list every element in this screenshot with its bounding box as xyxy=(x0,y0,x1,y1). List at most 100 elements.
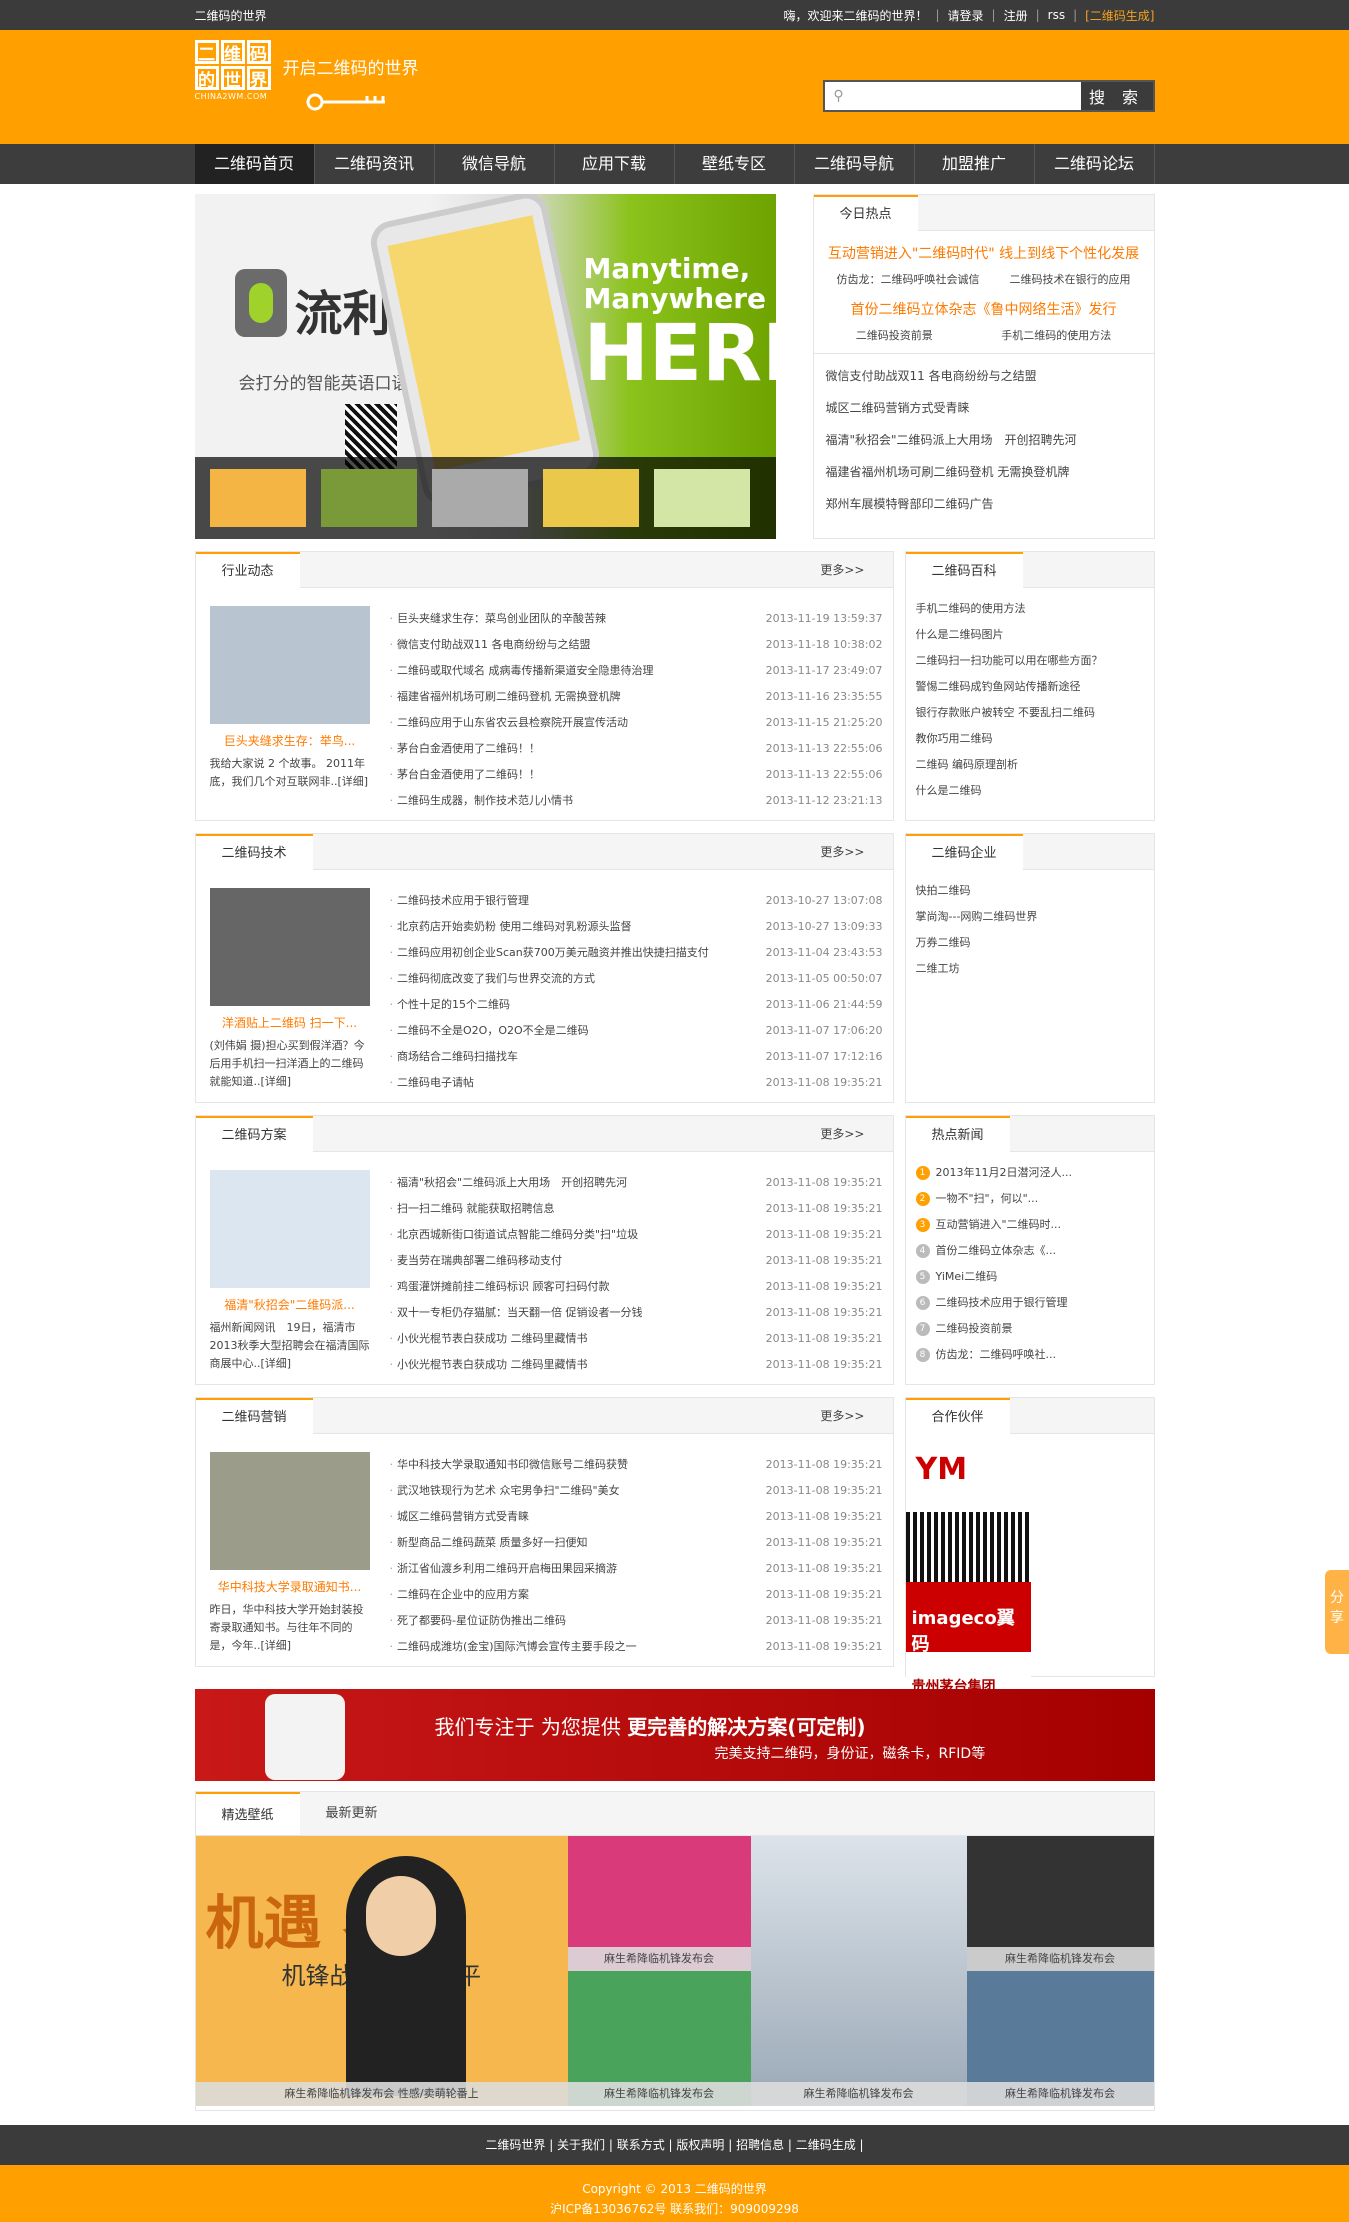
list-item[interactable]: 1 2013年11月2日潜河泾人... xyxy=(915,1160,1144,1186)
tab-featured[interactable]: 精选壁纸 xyxy=(195,1792,300,1835)
thumb-5[interactable] xyxy=(653,469,750,527)
more-link[interactable]: 更多>> xyxy=(820,843,892,860)
hot-headline[interactable]: 互动营销进入"二维码时代" 线上到线下个性化发展 xyxy=(814,243,1154,263)
nav-item-apps[interactable]: 应用下载 xyxy=(555,144,675,184)
list-item[interactable]: 二维码在企业中的应用方案2013-11-08 19:35:21 xyxy=(390,1582,883,1608)
list-item[interactable]: 二维码应用于山东省农云县检察院开展宣传活动2013-11-15 21:25:20 xyxy=(390,710,883,736)
generate-link[interactable]: [二维码生成] xyxy=(1085,7,1154,24)
section-image[interactable] xyxy=(209,1452,370,1570)
list-item[interactable]: 二维码 编码原理剖析 xyxy=(916,752,1144,778)
list-item[interactable]: 什么是二维码图片 xyxy=(916,622,1144,648)
list-item[interactable]: 浙江省仙渡乡利用二维码开启梅田果园采摘游2013-11-08 19:35:21 xyxy=(390,1556,883,1582)
wallpaper-main[interactable]: 机遇 界 机锋战略 暨游戏平 麻生希降临机锋发布会 性感/卖萌轮番上 xyxy=(195,1836,568,2106)
nav-item-wechat[interactable]: 微信导航 xyxy=(435,144,555,184)
login-link[interactable]: 请登录 xyxy=(948,7,984,24)
list-item[interactable]: 郑州车展模特臀部印二维码广告 xyxy=(826,488,1142,520)
list-item[interactable]: 鸡蛋灌饼摊前挂二维码标识 顾客可扫码付款2013-11-08 19:35:21 xyxy=(390,1274,883,1300)
list-item[interactable]: 二维码扫一扫功能可以用在哪些方面？ xyxy=(916,648,1144,674)
section-image[interactable] xyxy=(209,1170,370,1288)
list-item[interactable]: 7 二维码投资前景 xyxy=(915,1316,1144,1342)
more-link[interactable]: 更多>> xyxy=(820,561,892,578)
list-item[interactable]: 二维码电子请帖2013-11-08 19:35:21 xyxy=(390,1070,883,1096)
nav-item-news[interactable]: 二维码资讯 xyxy=(315,144,435,184)
list-item[interactable]: 巨头夹缝求生存：菜鸟创业团队的辛酸苦辣2013-11-19 13:59:37 xyxy=(390,606,883,632)
list-item[interactable]: 武汉地铁现行为艺术 众宅男争扫"二维码"美女2013-11-08 19:35:2… xyxy=(390,1478,883,1504)
list-item[interactable]: 福清"秋招会"二维码派上大用场 开创招聘先河2013-11-08 19:35:2… xyxy=(390,1170,883,1196)
list-item[interactable]: 二维码应用初创企业Scan获700万美元融资并推出快捷扫描支付2013-11-0… xyxy=(390,940,883,966)
more-link[interactable]: 更多>> xyxy=(820,1125,892,1142)
list-item[interactable]: 6 二维码技术应用于银行管理 xyxy=(915,1290,1144,1316)
image-caption[interactable]: 华中科技大学录取通知书... xyxy=(210,1578,370,1595)
list-item[interactable]: 什么是二维码 xyxy=(916,778,1144,804)
hot-headline[interactable]: 首份二维码立体杂志《鲁中网络生活》发行 xyxy=(814,299,1154,319)
nav-item-join[interactable]: 加盟推广 xyxy=(915,144,1035,184)
thumb-2[interactable] xyxy=(320,469,417,527)
list-item[interactable]: 茅台白金酒使用了二维码！！2013-11-13 22:55:06 xyxy=(390,762,883,788)
thumb-4[interactable] xyxy=(542,469,639,527)
search-input[interactable] xyxy=(852,82,1081,110)
nav-item-qrnav[interactable]: 二维码导航 xyxy=(795,144,915,184)
list-item[interactable]: 个性十足的15个二维码2013-11-06 21:44:59 xyxy=(390,992,883,1018)
list-item[interactable]: 二维工坊 xyxy=(916,956,1144,982)
wallpaper-thumb[interactable]: 麻生希降临机锋发布会 xyxy=(567,1836,751,1971)
rss-link[interactable]: rss xyxy=(1048,8,1065,22)
hero-banner[interactable]: 流利说 会打分的智能英语口语私教 Manytime, Manywhere HER… xyxy=(194,194,776,539)
list-item[interactable]: 二维码技术应用于银行管理2013-10-27 13:07:08 xyxy=(390,888,883,914)
list-item[interactable]: 银行存款账户被转空 不要乱扫二维码 xyxy=(916,700,1144,726)
thumb-1[interactable] xyxy=(209,469,306,527)
more-link[interactable]: 更多>> xyxy=(820,1407,892,1424)
hot-link[interactable]: 二维码投资前景 xyxy=(856,327,933,343)
partner-logo[interactable]: YM xyxy=(905,1442,1031,1512)
search-button[interactable]: 搜 索 xyxy=(1080,82,1153,110)
list-item[interactable]: 二维码彻底改变了我们与世界交流的方式2013-11-05 00:50:07 xyxy=(390,966,883,992)
site-logo[interactable]: 二 维 码 的 世 界 CHINA2WM.COM xyxy=(194,40,280,135)
list-item[interactable]: 商场结合二维码扫描找车2013-11-07 17:12:16 xyxy=(390,1044,883,1070)
list-item[interactable]: 警惕二维码成钓鱼网站传播新途径 xyxy=(916,674,1144,700)
wallpaper-thumb[interactable]: 麻生希降临机锋发布会 xyxy=(567,1971,751,2106)
thumb-3[interactable] xyxy=(431,469,528,527)
list-item[interactable]: 新型商品二维码蔬菜 质量多好一扫便知2013-11-08 19:35:21 xyxy=(390,1530,883,1556)
list-item[interactable]: 8 仿齿龙：二维码呼唤社... xyxy=(915,1342,1144,1368)
hot-link[interactable]: 二维码技术在银行的应用 xyxy=(1010,271,1131,287)
nav-item-wallpaper[interactable]: 壁纸专区 xyxy=(675,144,795,184)
list-item[interactable]: 万券二维码 xyxy=(916,930,1144,956)
tab-latest[interactable]: 最新更新 xyxy=(300,1792,404,1835)
section-image[interactable] xyxy=(209,888,370,1006)
list-item[interactable]: 教你巧用二维码 xyxy=(916,726,1144,752)
list-item[interactable]: 城区二维码营销方式受青睐2013-11-08 19:35:21 xyxy=(390,1504,883,1530)
list-item[interactable]: 福建省福州机场可刷二维码登机 无需换登机牌 xyxy=(826,456,1142,488)
list-item[interactable]: 双十一专柜仍存猫腻：当天翻一倍 促销设者一分钱2013-11-08 19:35:… xyxy=(390,1300,883,1326)
list-item[interactable]: 微信支付助战双11 各电商纷纷与之结盟 xyxy=(826,360,1142,392)
list-item[interactable]: 二维码成潍坊(金宝)国际汽博会宣传主要手段之一2013-11-08 19:35:… xyxy=(390,1634,883,1660)
nav-item-forum[interactable]: 二维码论坛 xyxy=(1035,144,1155,184)
ad-banner[interactable]: 我们专注于 为您提供 更完善的解决方案(可定制) 完美支持二维码，身份证，磁条卡… xyxy=(194,1689,1155,1781)
footer-links[interactable]: 二维码世界 | 关于我们 | 联系方式 | 版权声明 | 招聘信息 | 二维码生… xyxy=(0,2125,1349,2165)
list-item[interactable]: 北京西城新街口街道试点智能二维码分类"扫"垃圾2013-11-08 19:35:… xyxy=(390,1222,883,1248)
wallpaper-thumb[interactable]: 麻生希降临机锋发布会 xyxy=(966,1836,1154,1971)
image-caption[interactable]: 洋酒贴上二维码 扫一下... xyxy=(210,1014,370,1031)
register-link[interactable]: 注册 xyxy=(1004,7,1028,24)
list-item[interactable]: 4 首份二维码立体杂志《... xyxy=(915,1238,1144,1264)
share-button[interactable]: 分享 xyxy=(1325,1570,1349,1654)
hot-link[interactable]: 仿齿龙：二维码呼唤社会诚信 xyxy=(837,271,980,287)
wallpaper-thumb[interactable]: 麻生希降临机锋发布会 xyxy=(750,1836,967,2106)
list-item[interactable]: 手机二维码的使用方法 xyxy=(916,596,1144,622)
list-item[interactable]: 小伙光棍节表白获成功 二维码里藏情书2013-11-08 19:35:21 xyxy=(390,1352,883,1378)
list-item[interactable]: 茅台白金酒使用了二维码！！2013-11-13 22:55:06 xyxy=(390,736,883,762)
list-item[interactable]: 华中科技大学录取通知书印微信账号二维码获赞2013-11-08 19:35:21 xyxy=(390,1452,883,1478)
list-item[interactable]: 5 YiMei二维码 xyxy=(915,1264,1144,1290)
list-item[interactable]: 小伙光棍节表白获成功 二维码里藏情书2013-11-08 19:35:21 xyxy=(390,1326,883,1352)
list-item[interactable]: 福清"秋招会"二维码派上大用场 开创招聘先河 xyxy=(826,424,1142,456)
list-item[interactable]: 福建省福州机场可刷二维码登机 无需换登机牌2013-11-16 23:35:55 xyxy=(390,684,883,710)
section-image[interactable] xyxy=(209,606,370,724)
hot-link[interactable]: 手机二维码的使用方法 xyxy=(1001,327,1111,343)
image-caption[interactable]: 巨头夹缝求生存：举鸟... xyxy=(210,732,370,749)
image-caption[interactable]: 福清"秋招会"二维码派... xyxy=(210,1296,370,1313)
list-item[interactable]: 二维码或取代域名 成病毒传播新渠道安全隐患待治理2013-11-17 23:49… xyxy=(390,658,883,684)
list-item[interactable]: 二维码生成器，制作技术范儿小情书2013-11-12 23:21:13 xyxy=(390,788,883,814)
list-item[interactable]: 2 一物不"扫"，何以"... xyxy=(915,1186,1144,1212)
list-item[interactable]: 城区二维码营销方式受青睐 xyxy=(826,392,1142,424)
list-item[interactable]: 死了都要码-星位证防伪推出二维码2013-11-08 19:35:21 xyxy=(390,1608,883,1634)
list-item[interactable]: 北京药店开始卖奶粉 使用二维码对乳粉源头监督2013-10-27 13:09:3… xyxy=(390,914,883,940)
list-item[interactable]: 微信支付助战双11 各电商纷纷与之结盟2013-11-18 10:38:02 xyxy=(390,632,883,658)
